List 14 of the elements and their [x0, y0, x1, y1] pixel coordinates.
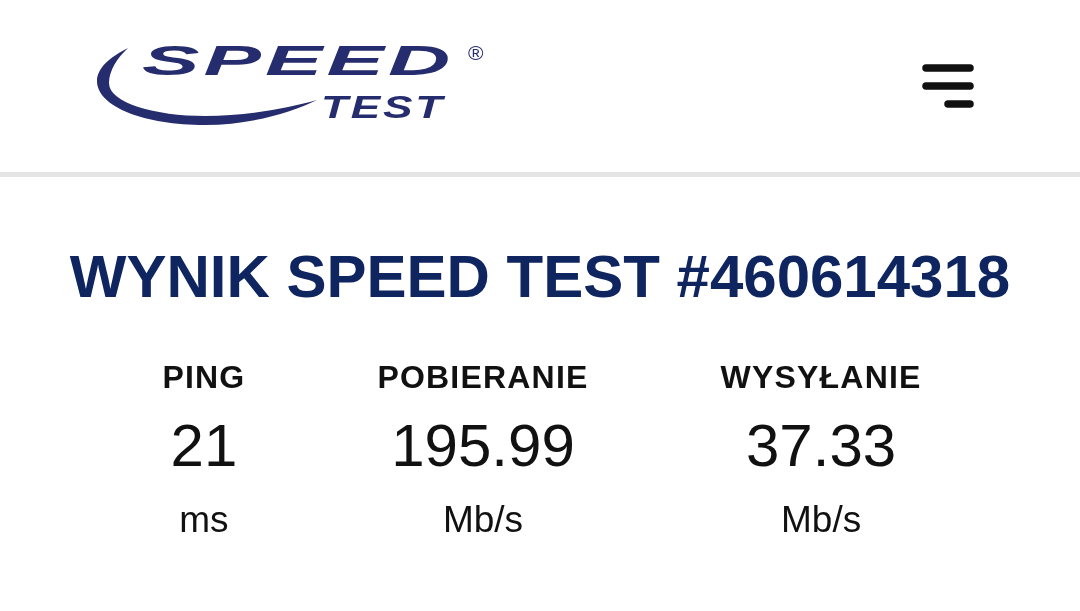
metric-value: 21 — [170, 411, 238, 481]
metric-unit: Mb/s — [781, 498, 862, 542]
registered-mark: ® — [468, 42, 484, 63]
metric-value: 195.99 — [391, 411, 575, 481]
metric-label: POBIERANIE — [377, 358, 589, 397]
metric-label: PING — [162, 358, 246, 397]
logo-subtitle: TEST — [321, 91, 445, 123]
menu-icon[interactable] — [922, 64, 974, 108]
logo-wordmark: SPEED — [142, 40, 455, 82]
metric-unit: Mb/s — [442, 498, 524, 542]
metric-label: WYSYŁANIE — [720, 358, 922, 397]
result-title: WYNIK SPEED TEST #460614318 — [69, 242, 1011, 312]
metric-unit: ms — [179, 498, 229, 542]
metric-value: 37.33 — [746, 411, 897, 481]
